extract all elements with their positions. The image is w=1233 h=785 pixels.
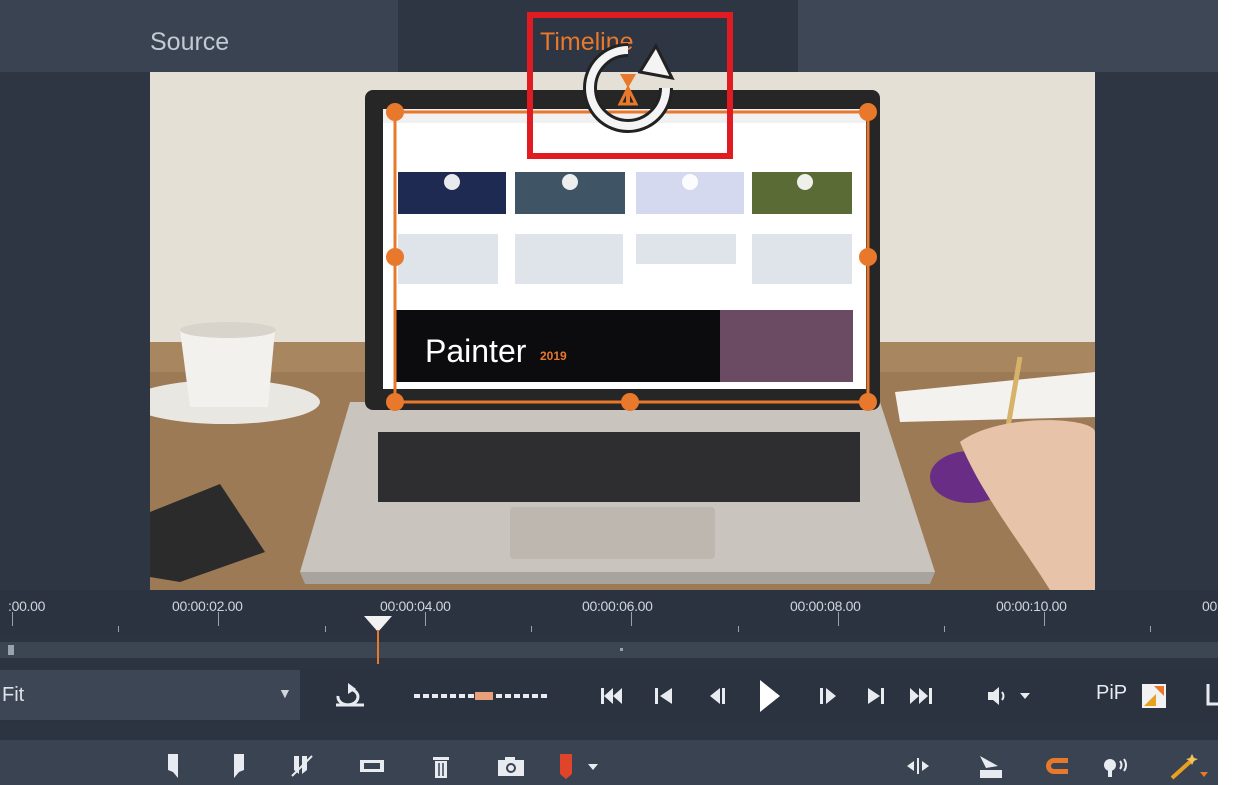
next-frame-icon[interactable] — [866, 680, 886, 712]
step-forward-icon[interactable] — [818, 680, 838, 712]
magic-wand-icon[interactable] — [1168, 752, 1212, 785]
film-icon[interactable] — [358, 752, 386, 785]
zoom-select[interactable]: Fit — [0, 670, 300, 720]
audio-icon[interactable] — [1100, 752, 1132, 785]
snapshot-icon[interactable] — [496, 752, 526, 785]
ruler-tick — [1044, 612, 1045, 626]
ruler-tick — [531, 626, 532, 632]
go-to-end-icon[interactable] — [908, 680, 934, 712]
zoom-select-value: Fit — [2, 684, 25, 706]
ruler-tick — [325, 626, 326, 632]
ruler-tick — [12, 612, 13, 626]
volume-icon[interactable] — [986, 680, 1034, 712]
ruler-tick — [118, 626, 119, 632]
shuttle-icon[interactable] — [412, 690, 552, 722]
clear-marks-icon[interactable] — [290, 752, 314, 785]
mark-out-icon[interactable] — [230, 752, 248, 785]
ruler-tick — [838, 612, 839, 626]
fullscreen-icon[interactable] — [1140, 682, 1168, 714]
ruler-label: 00:00:08.00 — [790, 598, 861, 614]
ruler-label: 00:00:02.00 — [172, 598, 243, 614]
trash-icon[interactable] — [430, 752, 452, 785]
marker-icon[interactable] — [556, 752, 600, 785]
ruler-tick — [631, 612, 632, 626]
scrub-start-handle[interactable] — [8, 645, 14, 655]
mark-in-icon[interactable] — [164, 752, 182, 785]
pip-button[interactable]: PiP — [1096, 682, 1127, 705]
step-back-icon[interactable] — [708, 680, 728, 712]
ruler-label: 00:00:06.00 — [582, 598, 653, 614]
tab-source[interactable]: Source — [0, 0, 398, 72]
scrub-center-mark — [620, 648, 623, 651]
go-to-start-icon[interactable] — [600, 680, 624, 712]
split-icon[interactable] — [905, 752, 931, 785]
play-icon[interactable] — [758, 676, 782, 712]
chevron-down-icon[interactable]: ▼ — [278, 685, 292, 701]
ruler-tick — [738, 626, 739, 632]
playhead-line — [377, 630, 379, 664]
ruler-label: 00:00:04.00 — [380, 598, 451, 614]
insert-icon[interactable] — [976, 752, 1004, 785]
scrub-bar[interactable] — [0, 642, 1218, 658]
crop-icon[interactable] — [1204, 682, 1218, 714]
magnet-icon[interactable] — [1042, 752, 1072, 785]
video-editor-player: Source Timeline Painter 2019:00.00 00:0… — [0, 0, 1233, 785]
painter-banner-text: Painter — [425, 333, 527, 369]
loop-icon[interactable] — [330, 680, 370, 712]
loading-hourglass-refresh-icon — [578, 38, 678, 138]
ruler-tick — [218, 612, 219, 626]
ruler-tick — [944, 626, 945, 632]
ruler-label: 00:00:10.00 — [996, 598, 1067, 614]
bottom-toolbar — [0, 740, 1218, 785]
window-edge — [1218, 0, 1233, 785]
timeline-ruler[interactable]: :00.00 00:00:02.00 00:00:04.00 00:00:06.… — [0, 590, 1218, 634]
ruler-tick — [1150, 626, 1151, 632]
tab-source-label: Source — [150, 28, 230, 56]
ruler-tick — [425, 612, 426, 626]
ruler-label: :00.00 — [8, 598, 46, 614]
ruler-label: 00 — [1202, 598, 1217, 614]
tab-bar-empty-area — [798, 0, 1218, 72]
painter-year-text: 2019 — [540, 349, 567, 363]
previous-frame-icon[interactable] — [654, 680, 674, 712]
